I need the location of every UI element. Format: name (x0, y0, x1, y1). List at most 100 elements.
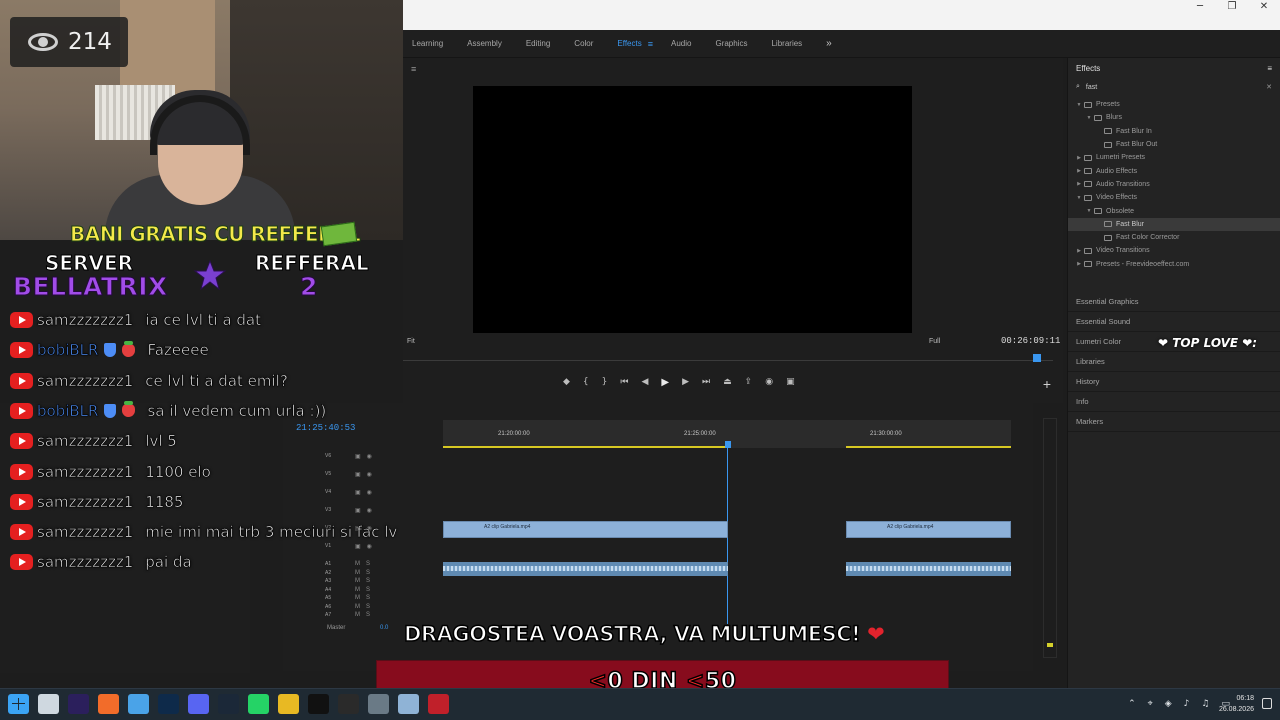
extract-icon[interactable]: ⇪ (745, 377, 753, 388)
track-toggle-icons[interactable]: ▣◉ (355, 507, 378, 514)
effects-tree-item[interactable]: ▶ Presets - Freevideoeffect.com (1068, 258, 1280, 271)
close-button[interactable]: ✕ (1248, 0, 1280, 14)
maximize-button[interactable]: ❐ (1216, 0, 1248, 14)
playhead-icon[interactable] (1033, 354, 1041, 362)
track-header[interactable]: A7 MS (283, 612, 1033, 620)
tab-learning[interactable]: Learning (412, 39, 443, 48)
effects-tree-item[interactable]: ▼ Obsolete (1068, 204, 1280, 217)
step-forward-icon[interactable]: ▶ (682, 377, 689, 388)
mark-in-icon[interactable]: { (583, 377, 589, 388)
video-preview[interactable] (473, 86, 912, 333)
chevron-up-icon[interactable]: ⌃ (1128, 699, 1136, 709)
effects-tree-item[interactable]: ▶ Audio Effects (1068, 164, 1280, 177)
folder-icon[interactable] (278, 694, 299, 714)
track-header[interactable]: V1 ▣◉ (283, 543, 1033, 560)
chevron-right-icon[interactable]: ▶ (1074, 155, 1084, 161)
effects-tree-item[interactable]: Fast Blur (1068, 217, 1280, 231)
chevron-right-icon[interactable]: ▶ (1074, 181, 1084, 187)
panel-section-tab[interactable]: Libraries (1068, 352, 1280, 372)
chevron-down-icon[interactable]: ▼ (1084, 208, 1094, 214)
pin-icon[interactable]: ⌖ (1148, 699, 1153, 709)
notepad-icon[interactable] (398, 694, 419, 714)
obs-icon[interactable] (338, 694, 359, 714)
chevron-right-icon[interactable]: ▶ (1074, 248, 1084, 254)
effects-tree-item[interactable]: ▶ Audio Transitions (1068, 178, 1280, 191)
effects-tree-item[interactable]: ▼ Blurs (1068, 111, 1280, 124)
network-icon[interactable]: ◈ (1165, 699, 1172, 709)
panel-section-tab[interactable]: Essential Sound (1068, 312, 1280, 332)
track-toggle-icons[interactable]: ▣◉ (355, 453, 378, 460)
effects-tree-item[interactable]: ▶ Video Transitions (1068, 244, 1280, 257)
effects-tree-item[interactable]: Fast Blur Out (1068, 138, 1280, 151)
track-toggle-icons[interactable]: MS (355, 578, 376, 584)
tab-graphics[interactable]: Graphics (715, 39, 747, 48)
recording-icon[interactable] (428, 694, 449, 714)
track-header[interactable]: A4 MS (283, 587, 1033, 595)
steam-icon[interactable] (218, 694, 239, 714)
tab-libraries[interactable]: Libraries (771, 39, 802, 48)
taskbar-clock[interactable]: 06:18 26.08.2026 (1219, 693, 1254, 715)
step-back-icon[interactable]: ◀ (642, 377, 649, 388)
add-marker-icon[interactable]: ◆ (563, 377, 570, 388)
comparison-view-icon[interactable]: ▣ (786, 377, 795, 388)
pen-icon[interactable] (128, 694, 149, 714)
video-clip[interactable]: A2 clip Gabriela.mp4 (846, 521, 1011, 538)
tab-editing[interactable]: Editing (526, 39, 550, 48)
panel-section-tab[interactable]: History (1068, 372, 1280, 392)
panel-section-tab[interactable]: Info (1068, 392, 1280, 412)
track-header[interactable]: A5 MS (283, 595, 1033, 603)
track-toggle-icons[interactable]: MS (355, 595, 376, 601)
clear-search-icon[interactable]: ✕ (1266, 83, 1272, 91)
chevron-down-icon[interactable]: ▼ (1074, 195, 1084, 201)
effects-tree-item[interactable]: ▼ Presets (1068, 98, 1280, 111)
effects-tree-item[interactable]: Fast Blur In (1068, 125, 1280, 138)
chevron-down-icon[interactable]: ▼ (1074, 102, 1084, 108)
effects-tree-item[interactable]: Fast Color Corrector (1068, 231, 1280, 244)
add-button[interactable]: + (1043, 376, 1051, 392)
panel-menu-icon[interactable]: ≡ (411, 64, 416, 74)
tab-assembly[interactable]: Assembly (467, 39, 502, 48)
track-header[interactable]: V4 ▣◉ (283, 489, 1033, 506)
work-area-bar[interactable] (846, 446, 1011, 448)
photoshop-icon[interactable] (158, 694, 179, 714)
lift-icon[interactable]: ⏏ (723, 377, 732, 388)
resolution-select[interactable]: Full (929, 338, 940, 345)
effects-tree-item[interactable]: ▼ Video Effects (1068, 191, 1280, 204)
track-header[interactable]: A6 MS (283, 604, 1033, 612)
video-clip[interactable]: A2 clip Gabriela.mp4 (443, 521, 728, 538)
search-input[interactable]: fast (1086, 84, 1097, 91)
work-area-bar[interactable] (443, 446, 728, 448)
track-toggle-icons[interactable]: MS (355, 561, 376, 567)
calculator-icon[interactable] (368, 694, 389, 714)
premiere-icon[interactable] (68, 694, 89, 714)
panel-menu-icon[interactable]: ≡ (1267, 64, 1272, 73)
play-icon[interactable]: ▶ (661, 377, 669, 388)
panel-section-tab[interactable]: Essential Graphics (1068, 292, 1280, 312)
track-toggle-icons[interactable]: ▣◉ (355, 471, 378, 478)
whatsapp-icon[interactable] (248, 694, 269, 714)
playhead-icon[interactable] (725, 441, 731, 448)
track-toggle-icons[interactable]: ▣◉ (355, 489, 378, 496)
chevron-right-icon[interactable]: ▶ (1074, 261, 1084, 267)
effects-search[interactable]: ⌕ fast ✕ (1076, 80, 1272, 94)
track-toggle-icons[interactable]: MS (355, 612, 376, 618)
notification-icon[interactable] (1262, 698, 1272, 709)
go-to-out-icon[interactable]: ⏭ (702, 377, 710, 388)
workspace-menu-icon[interactable]: ≡ (648, 39, 653, 49)
export-frame-icon[interactable]: ◉ (765, 377, 773, 388)
go-to-in-icon[interactable]: ⏮ (620, 377, 628, 388)
minimize-button[interactable]: ─ (1184, 0, 1216, 14)
mark-out-icon[interactable]: } (602, 377, 608, 388)
file-explorer-icon[interactable] (38, 694, 59, 714)
audio-clip[interactable] (443, 562, 728, 576)
track-toggle-icons[interactable]: MS (355, 570, 376, 576)
mic-icon[interactable]: ♪ (1184, 699, 1190, 709)
tab-effects[interactable]: Effects (617, 39, 641, 48)
tab-color[interactable]: Color (574, 39, 593, 48)
chevron-down-icon[interactable]: ▼ (1084, 115, 1094, 121)
more-workspaces-icon[interactable]: » (826, 38, 832, 49)
track-header[interactable]: V5 ▣◉ (283, 471, 1033, 488)
track-header[interactable]: A3 MS (283, 578, 1033, 586)
effects-tree-item[interactable]: ▶ Lumetri Presets (1068, 151, 1280, 164)
monitor-scrubber[interactable] (403, 354, 1053, 368)
